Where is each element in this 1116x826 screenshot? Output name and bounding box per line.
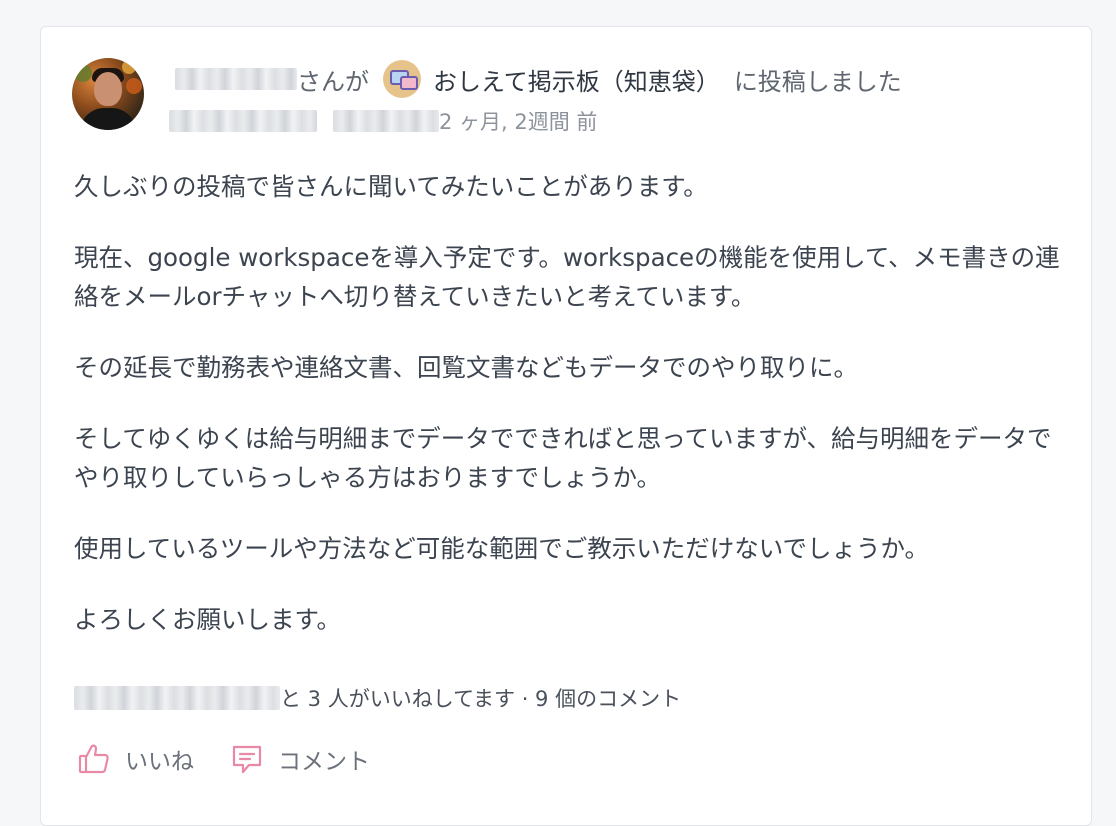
author-suffix: さんが bbox=[297, 67, 369, 96]
activity-post-card: さんが おしえて掲示板（知恵袋） に投稿しました 2 ヶ月, 2週間 前 久しぶ… bbox=[40, 26, 1092, 826]
post-actions: いいね コメント bbox=[77, 739, 370, 779]
group-link[interactable]: おしえて掲示板（知恵袋） bbox=[433, 62, 720, 97]
like-button[interactable]: いいね bbox=[77, 742, 194, 776]
post-paragraph: 現在、google workspaceを導入予定です。workspaceの機能を… bbox=[74, 243, 1060, 311]
post-timestamp[interactable]: 2 ヶ月, 2週間 前 bbox=[439, 106, 597, 136]
likes-summary: と 3 人がいいねしてます · 9 個のコメント bbox=[74, 681, 681, 715]
post-paragraph: その延長で勤務表や連絡文書、回覧文書などもデータでのやり取りに。 bbox=[74, 353, 858, 382]
author-avatar[interactable] bbox=[72, 58, 144, 130]
speech-bubbles-icon[interactable] bbox=[383, 60, 421, 98]
post-paragraph: 使用しているツールや方法など可能な範囲でご教示いただけないでしょうか。 bbox=[74, 534, 930, 563]
comment-label: コメント bbox=[278, 749, 370, 775]
post-action-text: に投稿しました bbox=[733, 67, 902, 96]
thumbs-up-icon bbox=[78, 744, 109, 774]
comment-icon bbox=[232, 745, 262, 774]
likes-comments-count[interactable]: と 3 人がいいねしてます · 9 個のコメント bbox=[280, 683, 681, 713]
comment-button[interactable]: コメント bbox=[230, 742, 370, 776]
post-meta: 2 ヶ月, 2週間 前 bbox=[169, 105, 597, 137]
meta-redacted-2 bbox=[333, 110, 439, 132]
post-paragraph: よろしくお願いします。 bbox=[74, 605, 342, 634]
author-name-redacted[interactable] bbox=[175, 68, 297, 90]
post-header: さんが おしえて掲示板（知恵袋） に投稿しました bbox=[175, 59, 902, 99]
post-paragraph: 久しぶりの投稿で皆さんに聞いてみたいことがあります。 bbox=[74, 172, 708, 201]
post-body: 久しぶりの投稿で皆さんに聞いてみたいことがあります。 現在、google wor… bbox=[74, 167, 1064, 671]
post-paragraph: そしてゆくゆくは給与明細までデータでできればと思っていますが、給与明細をデータで… bbox=[74, 424, 1052, 492]
like-label: いいね bbox=[125, 749, 194, 775]
likers-redacted[interactable] bbox=[74, 686, 280, 710]
meta-redacted-1 bbox=[169, 110, 317, 132]
